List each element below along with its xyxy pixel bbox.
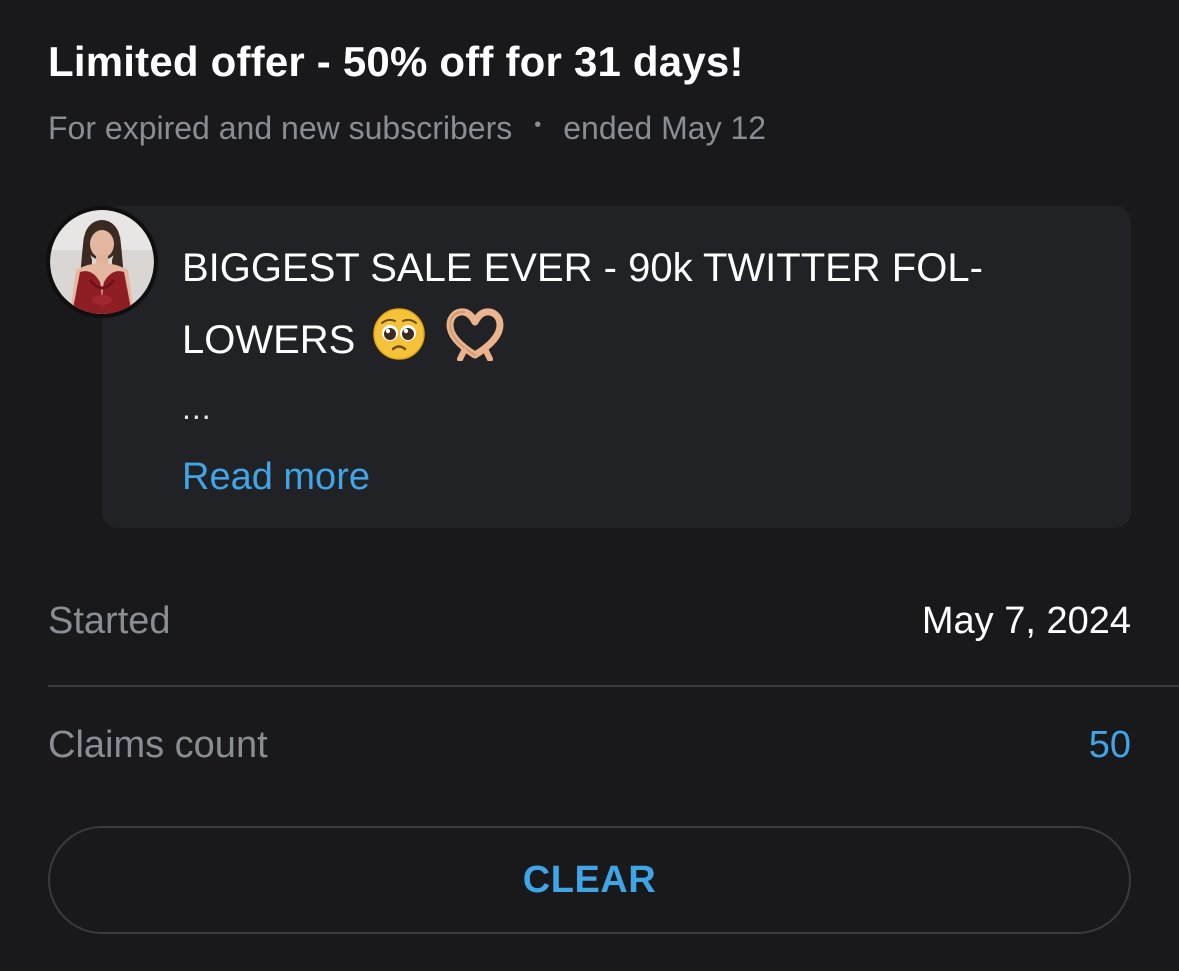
profile-photo-avatar[interactable] bbox=[46, 206, 158, 318]
claims-count-value[interactable]: 50 bbox=[1089, 724, 1131, 767]
claims-count-label: Claims count bbox=[48, 724, 268, 766]
started-value: May 7, 2024 bbox=[921, 600, 1131, 642]
promo-message-card: BIGGEST SALE EVER - 90k TWITTER FOL- LOW… bbox=[102, 206, 1131, 528]
offer-status: ended May 12 bbox=[563, 110, 767, 146]
offer-audience: For expired and new subscribers bbox=[48, 110, 513, 146]
pleading-face-emoji bbox=[372, 307, 426, 384]
message-ellipsis: ... bbox=[182, 390, 212, 426]
heart-hands-emoji bbox=[444, 307, 506, 384]
separator-dot: • bbox=[534, 114, 542, 136]
offer-subtitle: For expired and new subscribers • ended … bbox=[48, 110, 766, 147]
message-line-2: LOWERS bbox=[182, 318, 356, 362]
started-label: Started bbox=[48, 600, 171, 642]
read-more-link[interactable]: Read more bbox=[182, 456, 370, 499]
clear-button[interactable]: CLEAR bbox=[48, 826, 1131, 934]
offer-title: Limited offer - 50% off for 31 days! bbox=[48, 38, 744, 85]
promotion-details-screen: Limited offer - 50% off for 31 days! For… bbox=[0, 0, 1179, 971]
divider bbox=[48, 685, 1179, 687]
promo-message-text: BIGGEST SALE EVER - 90k TWITTER FOL- LOW… bbox=[182, 232, 1082, 384]
message-line-1: BIGGEST SALE EVER - 90k TWITTER FOL- bbox=[182, 246, 983, 290]
avatar-image bbox=[50, 210, 154, 314]
